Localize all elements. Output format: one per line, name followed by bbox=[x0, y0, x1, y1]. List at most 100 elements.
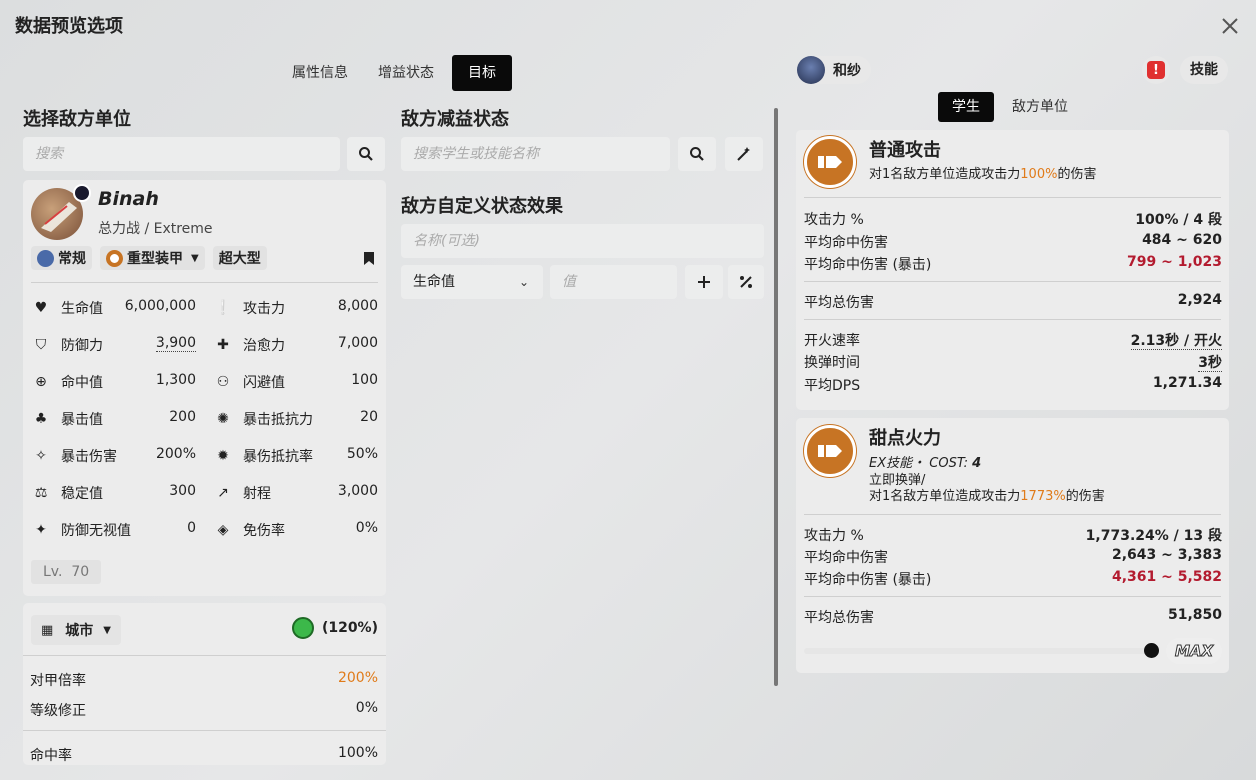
stat-value-def[interactable]: 3,900 bbox=[103, 335, 196, 352]
attack-type-tag: 常规 bbox=[31, 246, 92, 270]
skills-button[interactable]: 技能 bbox=[1180, 56, 1228, 84]
divider bbox=[804, 596, 1221, 597]
subtab-enemy[interactable]: 敌方单位 bbox=[998, 92, 1082, 122]
custom-status-title: 敌方自定义状态效果 bbox=[401, 196, 563, 217]
stat-stability: ⚖ 稳定值 bbox=[33, 483, 103, 503]
enemy-card: Binah 总力战 / Extreme 常规 重型装甲 ▼ 超大型 ♥ 生命值 6… bbox=[23, 180, 386, 596]
enemy-search-button[interactable] bbox=[347, 137, 385, 171]
stat-value: 3,000 bbox=[337, 483, 378, 499]
subtab-student[interactable]: 学生 bbox=[938, 92, 994, 122]
close-icon bbox=[1222, 18, 1238, 34]
level-input[interactable]: Lv. 70 bbox=[31, 560, 102, 584]
enemy-debuff-title: 敌方减益状态 bbox=[401, 109, 509, 130]
crosshair-icon: ⊕ bbox=[35, 374, 47, 390]
crit-resist-icon: ✺ bbox=[217, 411, 229, 427]
stat-range: ↗ 射程 bbox=[215, 483, 271, 503]
avg-total-label: 平均总伤害 bbox=[804, 610, 874, 626]
add-button[interactable] bbox=[685, 265, 723, 299]
ex-skill-card: 甜点火力 EX技能・ COST: 4 立即换弹/ 对1名敌方单位造成攻击力177… bbox=[796, 418, 1229, 673]
stat-label: 闪避值 bbox=[243, 375, 285, 391]
happy-face-icon bbox=[291, 617, 314, 639]
custom-name-input[interactable]: 名称(可选) bbox=[401, 224, 764, 258]
stat-select[interactable]: 生命值 ⌄ bbox=[401, 265, 543, 299]
crit-damage-resist-icon: ✹ bbox=[217, 448, 229, 464]
attack-type-label: 常规 bbox=[58, 251, 86, 267]
terrain-dropdown[interactable]: ▦ 城市 ▼ bbox=[31, 615, 121, 645]
atk-percent-label: 攻击力 % bbox=[804, 212, 864, 228]
shield-icon: ⛉ bbox=[35, 337, 47, 353]
avg-hit-crit-label: 平均命中伤害 (暴击) bbox=[804, 257, 932, 273]
max-level-button[interactable]: MAX bbox=[1166, 638, 1222, 664]
ex-skill-desc: 立即换弹/ 对1名敌方单位造成攻击力1773%的伤害 bbox=[869, 473, 1105, 505]
stat-value: 0% bbox=[355, 520, 378, 536]
skill-type-label: EX技能・ bbox=[869, 456, 926, 471]
normal-attack-icon bbox=[804, 136, 856, 188]
tab-target[interactable]: 目标 bbox=[452, 55, 512, 91]
custom-value-input[interactable]: 值 bbox=[550, 265, 677, 299]
close-button[interactable] bbox=[1218, 14, 1242, 38]
chevron-down-icon: ▼ bbox=[103, 624, 111, 636]
debuff-search-button[interactable] bbox=[678, 137, 716, 171]
bookmark-icon[interactable] bbox=[364, 252, 374, 265]
enemy-tags: 常规 重型装甲 ▼ 超大型 bbox=[31, 246, 267, 270]
attack-icon: ❕ bbox=[214, 300, 232, 316]
desc-highlight: 100% bbox=[1020, 167, 1058, 182]
stat-value: 200% bbox=[155, 446, 196, 462]
armor-type-icon bbox=[106, 249, 123, 267]
scrollbar[interactable] bbox=[774, 108, 778, 686]
cost-value: 4 bbox=[972, 456, 982, 471]
fire-rate-value: 2.13秒 / 开火 bbox=[1130, 330, 1222, 350]
desc-text: 对1名敌方单位造成攻击力 bbox=[869, 489, 1021, 504]
stat-damage-reduction: ◈ 免伤率 bbox=[215, 520, 285, 540]
crit-icon: ♣ bbox=[34, 411, 48, 427]
ex-skill-type: EX技能・ COST: 4 bbox=[869, 452, 981, 471]
debuff-search-input[interactable]: 搜索学生或技能名称 bbox=[401, 137, 670, 171]
level-correction-value: 0% bbox=[355, 700, 378, 716]
enemy-search-input[interactable]: 搜索 bbox=[23, 137, 340, 171]
student-selector[interactable]: 和纱 bbox=[797, 56, 871, 84]
stat-value: 1,300 bbox=[155, 372, 196, 388]
city-icon: ▦ bbox=[41, 622, 54, 638]
normal-attack-name: 普通攻击 bbox=[869, 140, 941, 161]
stat-value: 8,000 bbox=[337, 298, 378, 314]
cost-label: COST: bbox=[929, 456, 968, 471]
armor-type-dropdown[interactable]: 重型装甲 ▼ bbox=[100, 246, 205, 270]
enemy-name: Binah bbox=[98, 188, 159, 210]
desc-text: 的伤害 bbox=[1057, 167, 1097, 182]
stat-accuracy: ⊕ 命中值 bbox=[33, 372, 103, 392]
mood-value: (120%) bbox=[321, 620, 378, 636]
normal-attack-desc: 对1名敌方单位造成攻击力100%的伤害 bbox=[869, 163, 1096, 182]
stat-value: 200 bbox=[169, 409, 196, 425]
alert-button[interactable]: ! bbox=[1142, 56, 1170, 84]
enemy-subtitle: 总力战 / Extreme bbox=[98, 221, 213, 237]
skill-header: ! 技能 bbox=[1142, 56, 1228, 84]
skill-level-slider[interactable] bbox=[804, 648, 1152, 654]
magic-wand-button[interactable] bbox=[725, 137, 763, 171]
stat-label: 生命值 bbox=[61, 301, 103, 317]
armor-multiplier-value: 200% bbox=[337, 670, 378, 686]
evade-icon: ⚇ bbox=[216, 374, 230, 390]
search-icon bbox=[359, 147, 373, 161]
ex-skill-name: 甜点火力 bbox=[869, 428, 941, 449]
terrain-mood: (120%) bbox=[291, 617, 378, 639]
terrain-label: 城市 bbox=[65, 623, 94, 639]
chevron-down-icon: ⌄ bbox=[518, 275, 529, 289]
tab-buffs[interactable]: 增益状态 bbox=[366, 55, 446, 91]
stat-crit: ♣ 暴击值 bbox=[33, 409, 103, 429]
avg-hit-value: 2,643 ~ 3,383 bbox=[1111, 547, 1222, 563]
stat-evasion: ⚇ 闪避值 bbox=[215, 372, 285, 392]
avg-total-label: 平均总伤害 bbox=[804, 295, 874, 311]
tab-attributes[interactable]: 属性信息 bbox=[280, 55, 360, 91]
divider bbox=[804, 319, 1221, 320]
level-value: 70 bbox=[71, 564, 90, 580]
stat-value: 7,000 bbox=[337, 335, 378, 351]
stat-label: 射程 bbox=[243, 486, 271, 502]
percent-toggle-button[interactable] bbox=[728, 265, 764, 299]
stat-value: 50% bbox=[346, 446, 378, 462]
skill-level-slider-handle[interactable] bbox=[1144, 643, 1159, 658]
divider bbox=[23, 730, 386, 731]
magic-wand-icon bbox=[737, 147, 750, 161]
plus-icon bbox=[698, 276, 710, 288]
terrain-card: ▦ 城市 ▼ (120%) 对甲倍率 200% 等级修正 0% 命中率 100% bbox=[23, 603, 386, 765]
fire-rate-label: 开火速率 bbox=[804, 333, 860, 349]
